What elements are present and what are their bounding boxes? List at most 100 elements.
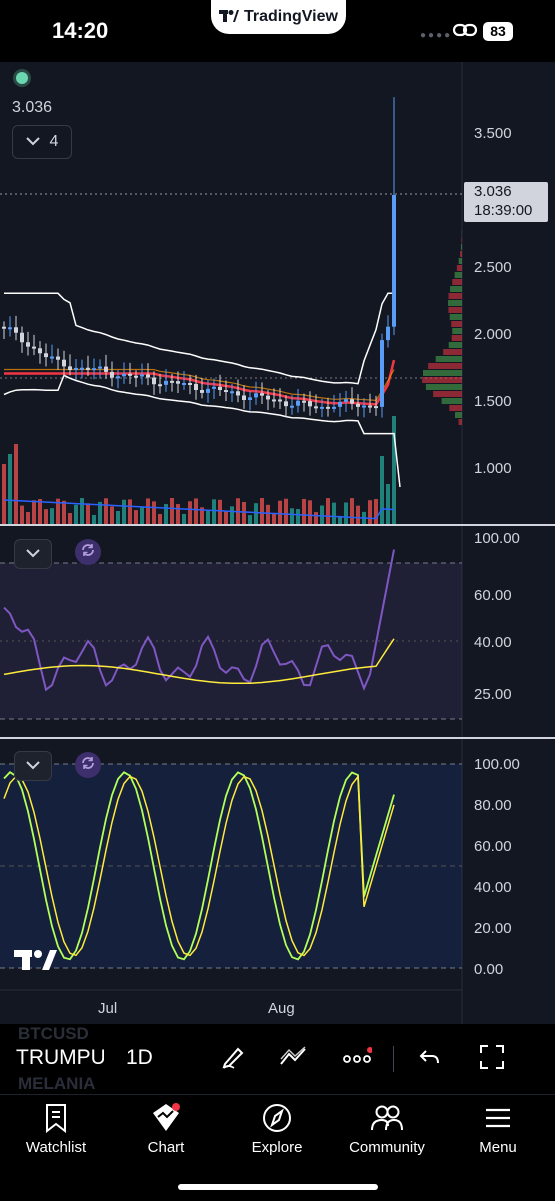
candle-body[interactable] bbox=[236, 391, 240, 395]
candle-body[interactable] bbox=[254, 393, 258, 397]
candle-body[interactable] bbox=[206, 389, 210, 393]
volume-bar bbox=[224, 511, 228, 524]
candle-body[interactable] bbox=[218, 387, 222, 390]
candle-body[interactable] bbox=[380, 340, 384, 407]
candle-body[interactable] bbox=[356, 404, 360, 407]
candle-body[interactable] bbox=[176, 381, 180, 384]
candle-body[interactable] bbox=[332, 407, 336, 409]
symbol-picker-ghost-item[interactable]: BTCUSD bbox=[18, 1024, 89, 1044]
candle-body[interactable] bbox=[278, 399, 282, 401]
candle-body[interactable] bbox=[344, 399, 348, 402]
candle-body[interactable] bbox=[386, 327, 390, 340]
candle-body[interactable] bbox=[212, 387, 216, 389]
candle-body[interactable] bbox=[230, 391, 234, 393]
candle-body[interactable] bbox=[374, 406, 378, 408]
candle-body[interactable] bbox=[182, 383, 186, 385]
candle-body[interactable] bbox=[86, 368, 90, 370]
market-status-dot[interactable] bbox=[16, 72, 28, 84]
volume-bar bbox=[260, 498, 264, 524]
candle-body[interactable] bbox=[134, 376, 138, 378]
candle-body[interactable] bbox=[362, 406, 366, 408]
candle-body[interactable] bbox=[308, 401, 312, 406]
candle-body[interactable] bbox=[248, 397, 252, 400]
candle-body[interactable] bbox=[272, 399, 276, 401]
candle-body[interactable] bbox=[224, 390, 228, 392]
volume-bar bbox=[314, 512, 318, 524]
candle-body[interactable] bbox=[164, 381, 168, 385]
candle-body[interactable] bbox=[302, 401, 306, 403]
candle-body[interactable] bbox=[26, 342, 30, 346]
candle-body[interactable] bbox=[392, 195, 396, 327]
candle-body[interactable] bbox=[68, 366, 72, 370]
rsi-pane-collapse-button[interactable] bbox=[14, 539, 52, 569]
tab-explore[interactable]: Explore bbox=[227, 1101, 327, 1156]
candle-body[interactable] bbox=[296, 401, 300, 406]
candle-body[interactable] bbox=[266, 396, 270, 400]
candle-body[interactable] bbox=[38, 348, 42, 353]
candle-body[interactable] bbox=[8, 327, 12, 329]
volume-bar bbox=[50, 508, 54, 524]
candle-body[interactable] bbox=[98, 367, 102, 369]
chart-canvas[interactable]: 3.500 2.500 2.000 1.500 1.000 100.00 60.… bbox=[0, 0, 555, 1024]
volume-profile-row bbox=[449, 293, 462, 299]
candle-body[interactable] bbox=[122, 374, 126, 376]
candle-body[interactable] bbox=[20, 333, 24, 343]
candle-body[interactable] bbox=[314, 406, 318, 408]
more-button[interactable] bbox=[340, 1042, 374, 1076]
candle-body[interactable] bbox=[326, 407, 330, 409]
candle-body[interactable] bbox=[104, 367, 108, 372]
indicator-count: 4 bbox=[50, 133, 59, 151]
candle-body[interactable] bbox=[14, 327, 18, 332]
candle-body[interactable] bbox=[128, 374, 132, 376]
volume-profile-row bbox=[449, 342, 462, 348]
candle-body[interactable] bbox=[260, 393, 264, 395]
candle-body[interactable] bbox=[200, 390, 204, 393]
candle-body[interactable] bbox=[50, 357, 54, 359]
tab-watchlist[interactable]: Watchlist bbox=[6, 1101, 106, 1156]
tab-chart[interactable]: Chart bbox=[116, 1101, 216, 1156]
stoch-pane-settings-button[interactable] bbox=[75, 752, 101, 778]
candle-body[interactable] bbox=[92, 368, 96, 370]
candle-body[interactable] bbox=[80, 368, 84, 370]
tab-community[interactable]: Community bbox=[337, 1101, 437, 1156]
rsi-pane-settings-button[interactable] bbox=[75, 539, 101, 565]
candle-body[interactable] bbox=[146, 374, 150, 377]
candle-body[interactable] bbox=[140, 374, 144, 376]
volume-bar bbox=[242, 502, 246, 524]
tab-menu[interactable]: Menu bbox=[448, 1101, 548, 1156]
candle-body[interactable] bbox=[152, 378, 156, 385]
candle-body[interactable] bbox=[56, 357, 60, 360]
symbol-picker-ghost-item[interactable]: MELANIA bbox=[18, 1074, 95, 1094]
draw-tool-button[interactable] bbox=[216, 1042, 250, 1076]
candle-body[interactable] bbox=[110, 372, 114, 378]
fullscreen-button[interactable] bbox=[475, 1042, 509, 1076]
volume-bar bbox=[122, 500, 126, 524]
symbol-name[interactable]: TRUMPUSD bbox=[16, 1046, 104, 1070]
candle-body[interactable] bbox=[320, 407, 324, 409]
candle-body[interactable] bbox=[242, 395, 246, 400]
tab-label: Chart bbox=[116, 1139, 216, 1156]
candle-body[interactable] bbox=[290, 406, 294, 408]
candle-body[interactable] bbox=[368, 406, 372, 408]
candle-body[interactable] bbox=[32, 347, 36, 349]
candle-body[interactable] bbox=[350, 399, 354, 403]
candle-body[interactable] bbox=[194, 384, 198, 390]
candle-body[interactable] bbox=[170, 381, 174, 383]
indicators-collapse-button[interactable]: 4 bbox=[12, 125, 72, 159]
volume-profile-row bbox=[443, 349, 462, 355]
candle-body[interactable] bbox=[44, 353, 48, 357]
stoch-pane-collapse-button[interactable] bbox=[14, 751, 52, 781]
volume-bar bbox=[176, 504, 180, 524]
volume-bar bbox=[308, 500, 312, 524]
candle-body[interactable] bbox=[116, 376, 120, 378]
candle-body[interactable] bbox=[188, 383, 192, 385]
interval-selector[interactable]: 1D bbox=[126, 1046, 153, 1070]
candle-body[interactable] bbox=[2, 327, 6, 329]
candle-body[interactable] bbox=[338, 402, 342, 407]
candle-body[interactable] bbox=[158, 384, 162, 386]
candle-body[interactable] bbox=[62, 360, 66, 367]
undo-button[interactable] bbox=[412, 1042, 446, 1076]
indicators-button[interactable] bbox=[276, 1042, 310, 1076]
candle-body[interactable] bbox=[74, 368, 78, 370]
candle-body[interactable] bbox=[284, 401, 288, 406]
